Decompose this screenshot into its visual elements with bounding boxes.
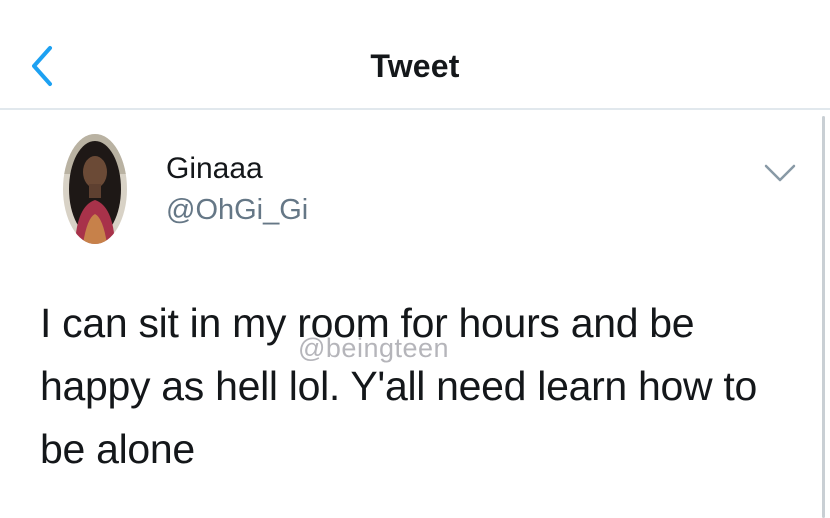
- navigation-header: Tweet: [0, 0, 830, 110]
- avatar[interactable]: [63, 134, 127, 244]
- user-handle[interactable]: @OhGi_Gi: [166, 194, 308, 227]
- page-title: Tweet: [370, 48, 460, 84]
- tweet-text: I can sit in my room for hours and be ha…: [40, 300, 758, 472]
- display-name[interactable]: Ginaaa: [166, 152, 263, 186]
- scrollbar[interactable]: [822, 116, 825, 518]
- watermark: @beingteen: [298, 333, 450, 363]
- tweet-menu-button[interactable]: [762, 160, 798, 186]
- chevron-down-icon: [764, 164, 796, 182]
- profile-photo: [63, 134, 127, 244]
- tweet-screen: Tweet Ginaaa @OhGi_Gi I can sit in my ro…: [0, 0, 830, 518]
